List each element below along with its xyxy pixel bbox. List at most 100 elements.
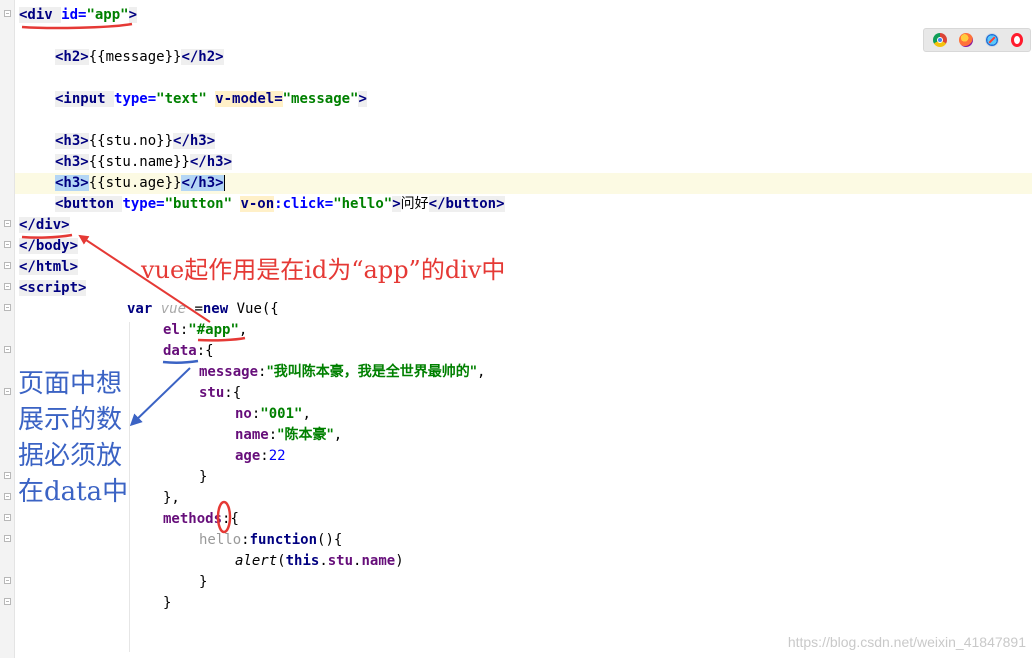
- code-token: <script>: [19, 280, 87, 296]
- fold-icon[interactable]: [4, 577, 11, 584]
- fold-icon[interactable]: [4, 535, 11, 542]
- code-line[interactable]: hello:function(){: [199, 530, 342, 551]
- code-token: </button>: [428, 196, 505, 212]
- code-line[interactable]: }: [163, 593, 171, 614]
- arrow-to-blue-note: [129, 367, 191, 427]
- code-token: =: [194, 301, 203, 317]
- code-line[interactable]: <input type="text" v-model="message">: [55, 89, 367, 110]
- safari-icon[interactable]: [985, 33, 999, 47]
- code-token: no: [235, 406, 252, 422]
- code-token: :click=: [274, 196, 334, 212]
- code-token: <h2>: [55, 49, 89, 65]
- fold-icon[interactable]: [4, 304, 11, 311]
- opera-icon[interactable]: [1011, 33, 1023, 47]
- code-token: this: [285, 553, 320, 569]
- code-token: new: [202, 301, 237, 317]
- code-token: </h3>: [189, 154, 233, 170]
- code-token: ,: [238, 322, 248, 338]
- code-token: <h3>: [55, 133, 89, 149]
- code-token: {{message}}: [88, 49, 182, 65]
- code-line[interactable]: stu:{: [199, 383, 241, 404]
- code-token: vue: [160, 301, 195, 317]
- code-token: Vue({: [236, 301, 279, 317]
- code-line[interactable]: <h3>{{stu.name}}</h3>: [55, 152, 233, 173]
- annotation-blue: 页面中想展示的数据必须放在data中: [18, 369, 129, 507]
- code-token: v-on: [240, 196, 275, 212]
- code-line[interactable]: alert(this.stu.name): [235, 551, 404, 572]
- code-token: {{stu.age}}: [88, 175, 182, 191]
- code-line[interactable]: <h3>{{stu.age}}</h3>: [55, 173, 225, 194]
- code-token: </html>: [19, 259, 79, 275]
- code-token: <button: [55, 196, 123, 212]
- code-token: >: [128, 7, 138, 23]
- code-line[interactable]: </html>: [19, 257, 79, 278]
- fold-icon[interactable]: [4, 262, 11, 269]
- code-token: {{stu.no}}: [88, 133, 174, 149]
- code-token: v-model=: [215, 91, 283, 107]
- code-token: "001": [260, 406, 303, 422]
- code-line[interactable]: no:"001",: [235, 404, 311, 425]
- code-token: name: [361, 553, 396, 569]
- code-token: :: [241, 532, 250, 548]
- code-token: ): [395, 553, 404, 569]
- fold-icon[interactable]: [4, 472, 11, 479]
- code-token: "陈本豪": [277, 427, 334, 443]
- code-token: >: [392, 196, 401, 212]
- code-line[interactable]: <script>: [19, 278, 87, 299]
- code-token: "app": [86, 7, 129, 23]
- code-token: .: [319, 553, 328, 569]
- fold-icon[interactable]: [4, 241, 11, 248]
- fold-icon[interactable]: [4, 346, 11, 353]
- editor-gutter: [0, 0, 15, 658]
- code-token: ,: [302, 406, 311, 422]
- code-token: "#app": [188, 322, 239, 338]
- code-token: data: [163, 343, 197, 359]
- code-line[interactable]: </body>: [19, 236, 79, 257]
- fold-icon[interactable]: [4, 493, 11, 500]
- code-line[interactable]: el:"#app",: [163, 320, 247, 341]
- fold-icon[interactable]: [4, 388, 11, 395]
- code-token: 问好: [400, 196, 429, 212]
- code-token: :: [268, 427, 278, 443]
- code-line[interactable]: name:"陈本豪",: [235, 425, 342, 446]
- code-token: age: [235, 448, 261, 464]
- code-token: </h3>: [173, 133, 216, 149]
- code-line[interactable]: }: [199, 467, 207, 488]
- code-line[interactable]: age:22: [235, 446, 286, 467]
- annotation-red: vue起作用是在id为“app”的div中: [141, 256, 506, 284]
- code-line[interactable]: data:{: [163, 341, 214, 362]
- code-token: alert: [235, 553, 278, 569]
- code-line[interactable]: <button type="button" v-on:click="hello"…: [55, 194, 505, 215]
- code-token: stu: [199, 385, 225, 401]
- code-token: "text": [156, 91, 216, 107]
- fold-icon[interactable]: [4, 283, 11, 290]
- text-cursor: [223, 175, 225, 191]
- code-token: >: [358, 91, 367, 107]
- chrome-icon[interactable]: [933, 33, 947, 47]
- code-line[interactable]: }: [199, 572, 207, 593]
- code-token: <h3>: [55, 154, 89, 170]
- code-line[interactable]: </div>: [19, 215, 70, 236]
- code-line[interactable]: message:"我叫陈本豪，我是全世界最帅的",: [199, 362, 485, 383]
- code-token: "hello": [333, 196, 393, 212]
- code-token: el: [163, 322, 180, 338]
- code-token: :: [260, 448, 269, 464]
- code-token: ,: [477, 364, 486, 380]
- code-line[interactable]: <div id="app">: [19, 5, 138, 26]
- code-line[interactable]: <h3>{{stu.no}}</h3>: [55, 131, 216, 152]
- firefox-icon[interactable]: [959, 33, 973, 47]
- code-token: }: [199, 469, 208, 485]
- watermark: https://blog.csdn.net/weixin_41847891: [787, 634, 1026, 650]
- code-token: <div: [19, 7, 62, 23]
- fold-icon[interactable]: [4, 10, 11, 17]
- code-line[interactable]: <h2>{{message}}</h2>: [55, 47, 224, 68]
- fold-icon[interactable]: [4, 598, 11, 605]
- fold-icon[interactable]: [4, 514, 11, 521]
- code-line[interactable]: var vue =new Vue({: [127, 299, 279, 320]
- code-token: var: [127, 301, 161, 317]
- code-line[interactable]: },: [163, 488, 180, 509]
- code-line[interactable]: methods:{: [163, 509, 239, 530]
- fold-icon[interactable]: [4, 220, 11, 227]
- code-token: :{: [196, 343, 214, 359]
- code-token: stu: [327, 553, 354, 569]
